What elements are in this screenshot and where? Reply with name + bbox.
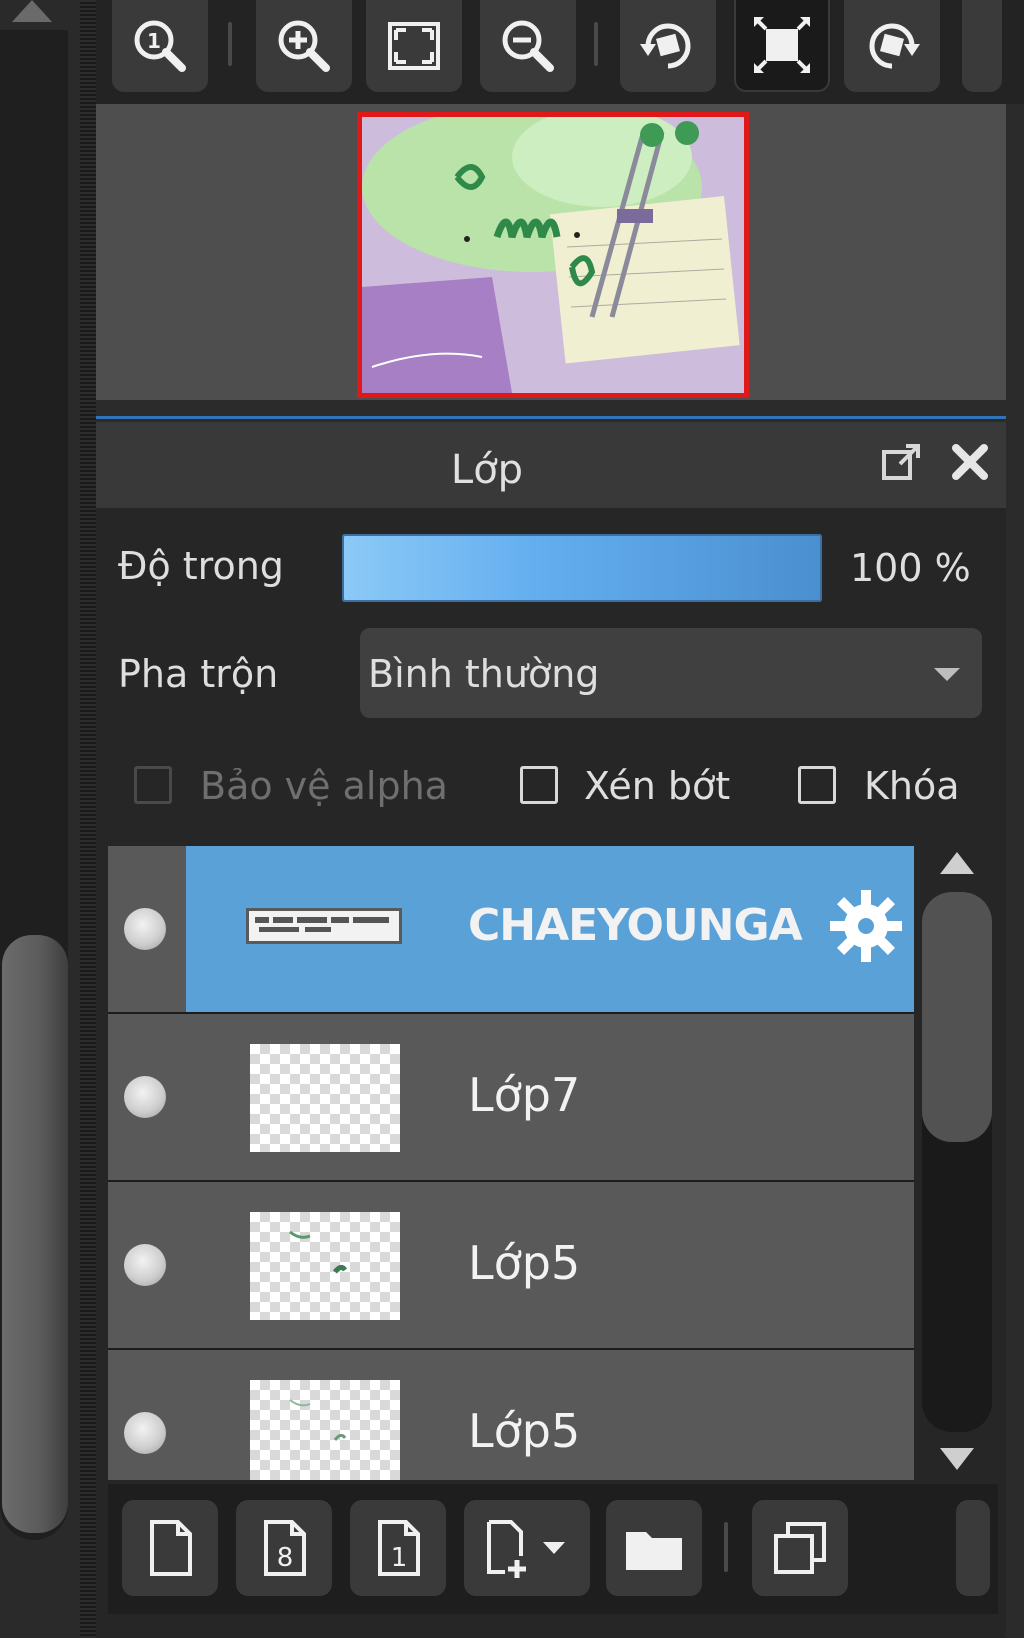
layer-row[interactable]: Lớp5 <box>108 1182 914 1348</box>
fit-to-window-button[interactable] <box>366 0 462 92</box>
lock-checkbox[interactable] <box>798 766 836 804</box>
layer-list[interactable]: CHAEYOUNGA Lớp7 Lớp5 Lớp5 <box>108 846 914 1480</box>
visibility-icon[interactable] <box>124 1412 166 1454</box>
blend-mode-value: Bình thường <box>368 652 600 696</box>
canvas-thumbnail-image <box>362 117 744 393</box>
visibility-icon[interactable] <box>124 1244 166 1286</box>
new-8bit-layer-button[interactable]: 8 <box>236 1500 332 1596</box>
clipping-checkbox[interactable] <box>520 766 558 804</box>
zoom-out-icon <box>502 20 554 72</box>
svg-text:1: 1 <box>147 29 161 53</box>
layer-thumbnail <box>250 1044 400 1152</box>
protect-alpha-label: Bảo vệ alpha <box>200 764 448 808</box>
navigator-canvas-preview[interactable] <box>357 112 749 398</box>
zoom-actual-size-icon: 1 <box>134 20 186 72</box>
clipping-label[interactable]: Xén bớt <box>584 764 730 808</box>
visibility-toggle[interactable] <box>108 1182 186 1348</box>
rotate-right-icon <box>869 23 920 69</box>
toolbar-separator <box>228 22 232 66</box>
left-scroll-up-arrow-icon[interactable] <box>12 0 52 22</box>
opacity-value: 100 % <box>850 546 971 590</box>
toolbar-overflow-handle[interactable] <box>962 0 1002 92</box>
opacity-label: Độ trong <box>118 544 284 588</box>
new-1bit-layer-icon: 1 <box>378 1520 420 1576</box>
visibility-toggle[interactable] <box>108 1350 186 1480</box>
layer-name: Lớp7 <box>468 1068 581 1122</box>
layer-list-scroll-thumb[interactable] <box>922 892 992 1142</box>
reset-rotation-icon <box>754 17 810 73</box>
layer-name: CHAEYOUNGA <box>468 900 803 951</box>
zoom-in-icon <box>278 20 330 72</box>
visibility-toggle[interactable] <box>108 1014 186 1180</box>
duplicate-layer-icon <box>774 1522 826 1574</box>
layer-thumbnail <box>246 908 402 944</box>
opacity-slider[interactable] <box>342 534 822 602</box>
new-layer-button[interactable] <box>122 1500 218 1596</box>
panel-title: Lớp <box>450 447 524 493</box>
fit-to-window-icon <box>388 22 440 70</box>
layer-row-selected[interactable]: CHAEYOUNGA <box>108 846 914 1012</box>
visibility-icon[interactable] <box>124 908 166 950</box>
reset-rotation-button[interactable] <box>734 0 830 92</box>
visibility-toggle[interactable] <box>108 846 186 1012</box>
popout-icon[interactable] <box>880 440 924 484</box>
new-folder-icon <box>626 1532 682 1570</box>
toolbar-separator <box>594 22 598 66</box>
duplicate-layer-button[interactable] <box>752 1500 848 1596</box>
scroll-up-arrow-icon[interactable] <box>940 852 974 874</box>
chevron-down-icon[interactable] <box>934 668 960 681</box>
zoom-actual-size-button[interactable]: 1 <box>112 0 208 92</box>
add-layer-dropdown-icon <box>487 1520 565 1578</box>
layer-name: Lớp5 <box>468 1236 581 1290</box>
layer-row[interactable]: Lớp5 <box>108 1350 914 1480</box>
panel-divider-line <box>96 416 1006 419</box>
new-1bit-layer-button[interactable]: 1 <box>350 1500 446 1596</box>
svg-text:8: 8 <box>277 1543 294 1573</box>
new-8bit-layer-icon: 8 <box>264 1520 306 1576</box>
blend-mode-label: Pha trộn <box>118 652 279 696</box>
zoom-in-button[interactable] <box>256 0 352 92</box>
panel-splitter[interactable] <box>80 0 96 1638</box>
layer-thumbnail <box>250 1212 400 1320</box>
bottom-toolbar-overflow-handle[interactable] <box>956 1500 990 1596</box>
new-folder-button[interactable] <box>606 1500 702 1596</box>
left-scroll-thumb[interactable] <box>2 935 68 1533</box>
layer-row[interactable]: Lớp7 <box>108 1014 914 1180</box>
zoom-out-button[interactable] <box>480 0 576 92</box>
rotate-left-icon <box>640 23 691 69</box>
visibility-icon[interactable] <box>124 1076 166 1118</box>
lock-label[interactable]: Khóa <box>864 764 960 808</box>
text-layer-gear-icon <box>830 890 902 962</box>
scroll-down-arrow-icon[interactable] <box>940 1448 974 1470</box>
rotate-right-button[interactable] <box>844 0 940 92</box>
add-layer-dropdown-button[interactable] <box>464 1500 590 1596</box>
close-icon[interactable] <box>948 440 992 484</box>
rotate-left-button[interactable] <box>620 0 716 92</box>
toolbar-separator <box>724 1522 728 1572</box>
layer-name: Lớp5 <box>468 1404 581 1458</box>
new-layer-icon <box>150 1520 192 1576</box>
svg-text:1: 1 <box>391 1543 408 1573</box>
protect-alpha-checkbox[interactable] <box>134 766 172 804</box>
layer-thumbnail <box>250 1380 400 1480</box>
